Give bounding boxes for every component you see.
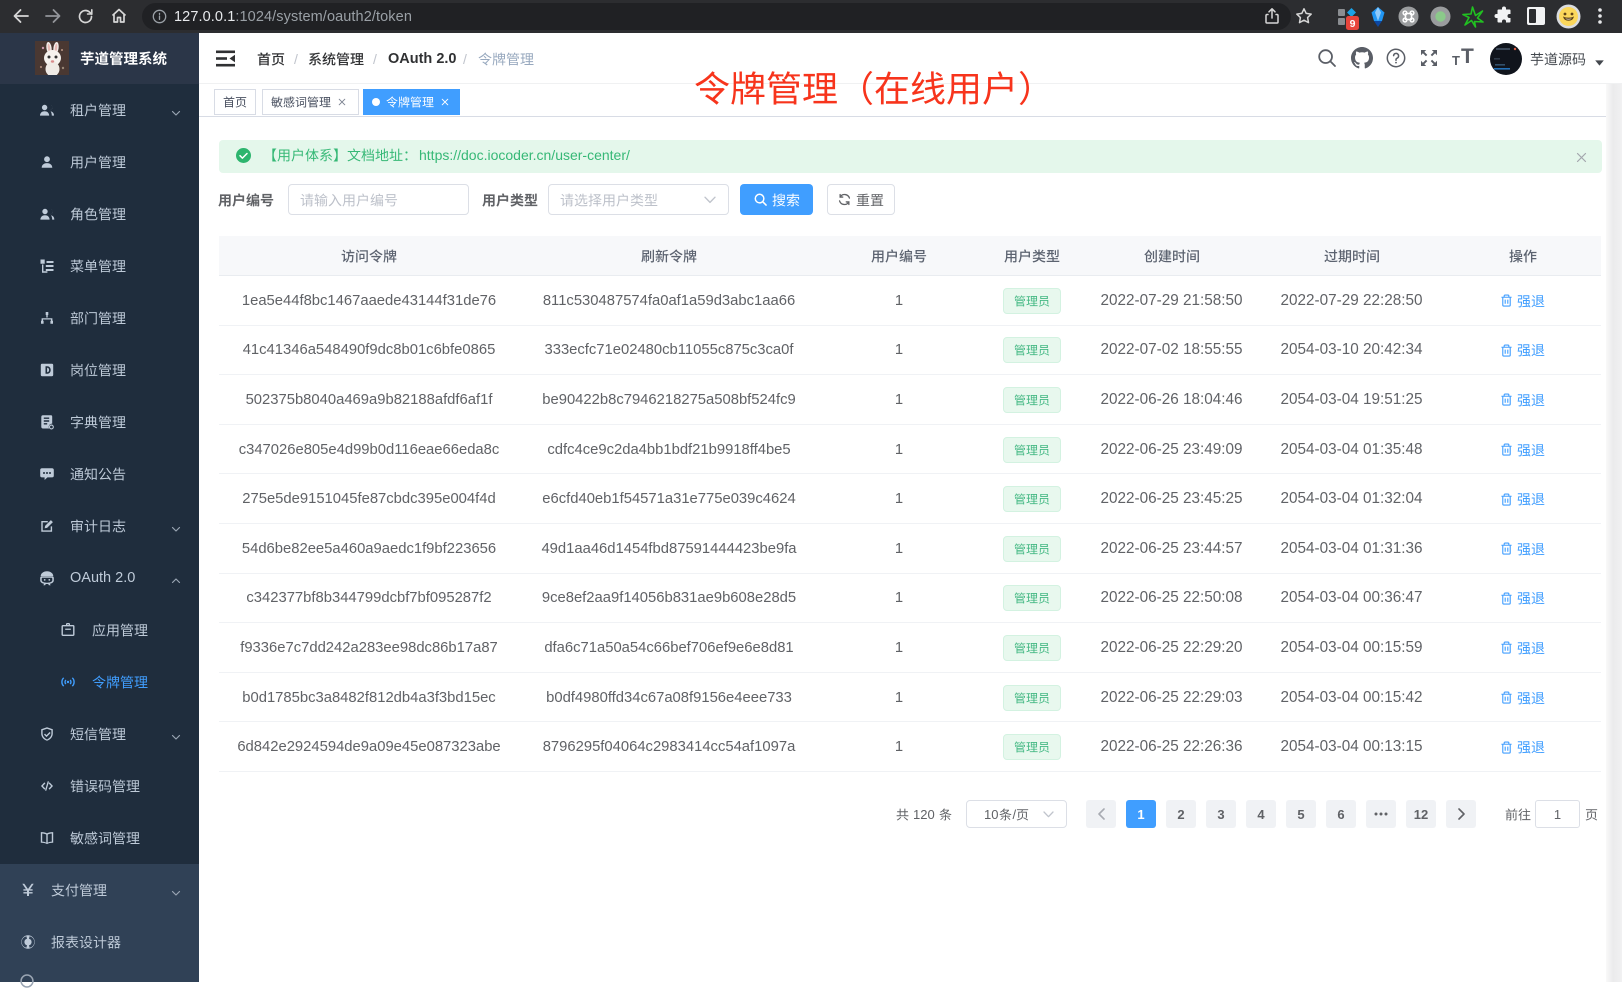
svg-text:9: 9 <box>1350 18 1356 30</box>
